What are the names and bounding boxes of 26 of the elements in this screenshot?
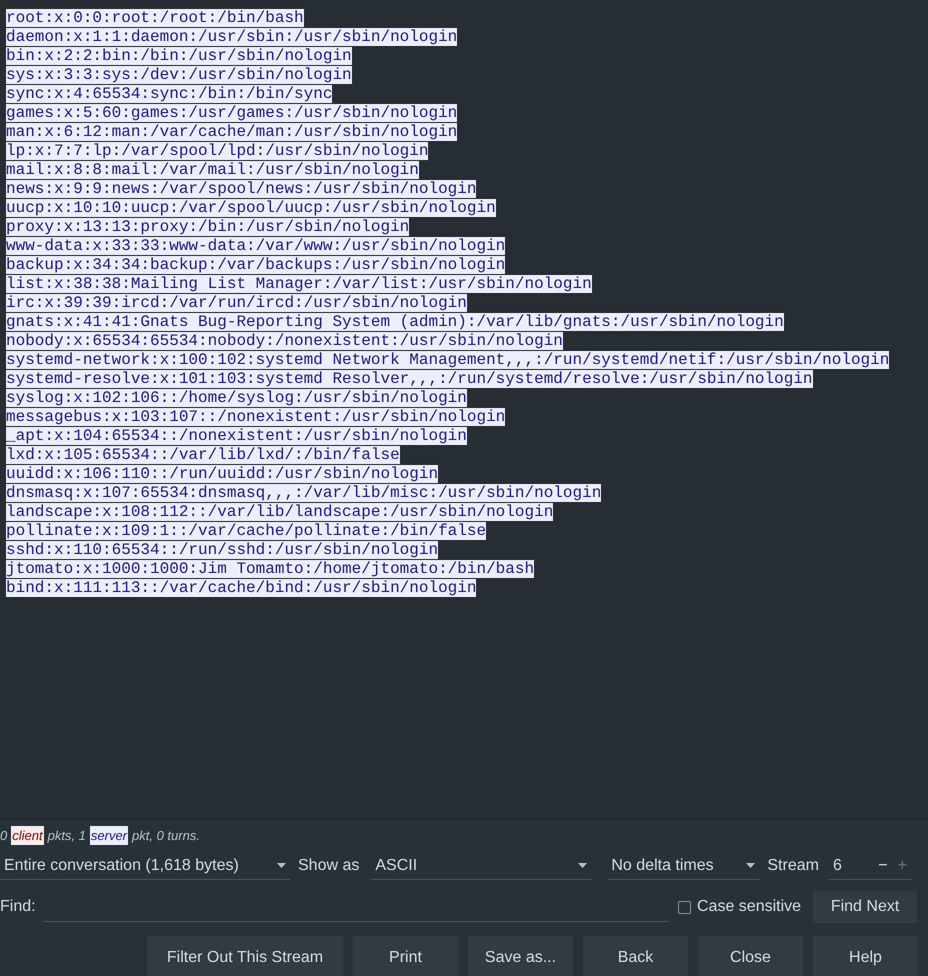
stream-text-area[interactable] (0, 0, 928, 820)
dropdown-caret-icon (746, 863, 756, 868)
stream-spinbox[interactable]: 6 − + (828, 852, 911, 880)
dialog-button[interactable]: Save as... (468, 936, 573, 976)
dialog-button[interactable]: Help (813, 936, 918, 976)
client-label: client (11, 826, 44, 846)
server-label: server (90, 826, 128, 846)
dialog-button[interactable]: Back (583, 936, 688, 976)
case-sensitive-label: Case sensitive (697, 897, 802, 918)
stream-label: Stream (767, 856, 819, 876)
show-as-label: Show as (298, 856, 360, 876)
show-as-select[interactable]: ASCII (371, 852, 592, 880)
dialog-button[interactable]: Filter Out This Stream (147, 936, 343, 976)
status-text: pkt, 0 turns. (132, 826, 200, 845)
dropdown-caret-icon (277, 863, 286, 868)
status-text: 0 (0, 826, 8, 845)
dropdown-caret-icon (578, 863, 588, 868)
dialog-button[interactable]: Close (698, 936, 803, 976)
dialog-button[interactable]: Print (353, 936, 458, 976)
case-sensitive-checkbox[interactable] (678, 900, 691, 914)
find-next-button[interactable]: Find Next (813, 891, 918, 924)
delta-times-select[interactable]: No delta times (607, 852, 760, 880)
status-text: pkts, 1 (48, 826, 86, 845)
find-label: Find: (0, 897, 37, 918)
decrement-button[interactable]: − (878, 854, 888, 878)
conversation-select[interactable]: Entire conversation (1,618 bytes) (0, 852, 290, 880)
